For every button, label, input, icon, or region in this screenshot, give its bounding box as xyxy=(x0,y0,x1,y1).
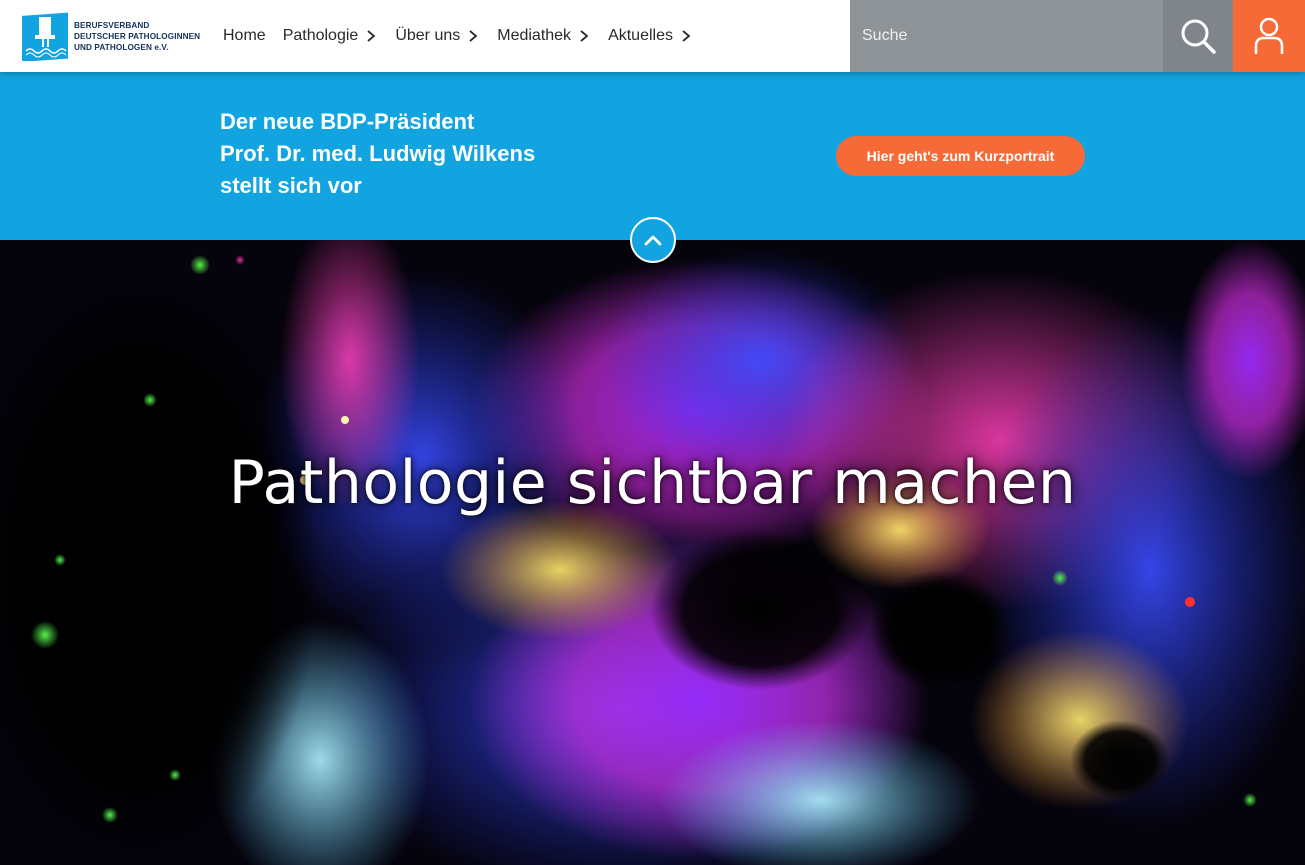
nav-item-label: Aktuelles xyxy=(608,27,673,44)
search-button[interactable] xyxy=(1163,0,1233,72)
nav-item-home[interactable]: Home xyxy=(223,27,266,45)
announcement-banner: Der neue BDP-Präsident Prof. Dr. med. Lu… xyxy=(0,72,1305,240)
nav-item-aktuelles[interactable]: Aktuelles xyxy=(608,27,693,45)
logo-mark-icon xyxy=(20,11,70,62)
user-icon xyxy=(1254,17,1284,54)
hero-title: Pathologie sichtbar machen xyxy=(228,448,1077,518)
nav-item-ueber-uns[interactable]: Über uns xyxy=(395,27,480,45)
site-header: BERUFSVERBAND DEUTSCHER PATHOLOGINNEN UN… xyxy=(0,0,1305,72)
nav-item-pathologie[interactable]: Pathologie xyxy=(283,27,379,45)
search-icon xyxy=(1181,19,1216,54)
hero-microscopy-image xyxy=(0,240,1305,865)
main-navigation: Home Pathologie Über uns Mediathek Aktue… xyxy=(223,0,710,72)
nav-item-label: Home xyxy=(223,27,266,44)
kurzportrait-button[interactable]: Hier geht's zum Kurzportrait xyxy=(836,136,1085,176)
chevron-right-icon xyxy=(682,30,691,42)
chevron-right-icon xyxy=(469,30,478,42)
hero-section: Pathologie sichtbar machen xyxy=(0,240,1305,865)
announcement-line-3: stellt sich vor xyxy=(220,173,362,198)
chevron-right-icon xyxy=(580,30,589,42)
account-button[interactable] xyxy=(1233,0,1305,72)
logo-line-2: DEUTSCHER PATHOLOGINNEN xyxy=(74,31,201,41)
announcement-line-2: Prof. Dr. med. Ludwig Wilkens xyxy=(220,141,536,166)
announcement-line-1: Der neue BDP-Präsident xyxy=(220,109,475,134)
nav-item-label: Mediathek xyxy=(497,27,572,44)
nav-item-mediathek[interactable]: Mediathek xyxy=(497,27,591,45)
nav-item-label: Über uns xyxy=(395,27,461,44)
chevron-right-icon xyxy=(367,30,376,42)
search-field-container xyxy=(850,0,1163,72)
search-input[interactable] xyxy=(850,0,1163,72)
site-logo[interactable]: BERUFSVERBAND DEUTSCHER PATHOLOGINNEN UN… xyxy=(20,11,200,62)
nav-item-label: Pathologie xyxy=(282,27,359,44)
logo-line-3: UND PATHOLOGEN e.V. xyxy=(74,42,169,52)
logo-line-1: BERUFSVERBAND xyxy=(74,20,150,30)
collapse-banner-button[interactable] xyxy=(630,217,676,263)
logo-wordmark: BERUFSVERBAND DEUTSCHER PATHOLOGINNEN UN… xyxy=(74,20,200,53)
chevron-up-icon xyxy=(644,235,662,246)
announcement-text: Der neue BDP-Präsident Prof. Dr. med. Lu… xyxy=(220,106,535,202)
